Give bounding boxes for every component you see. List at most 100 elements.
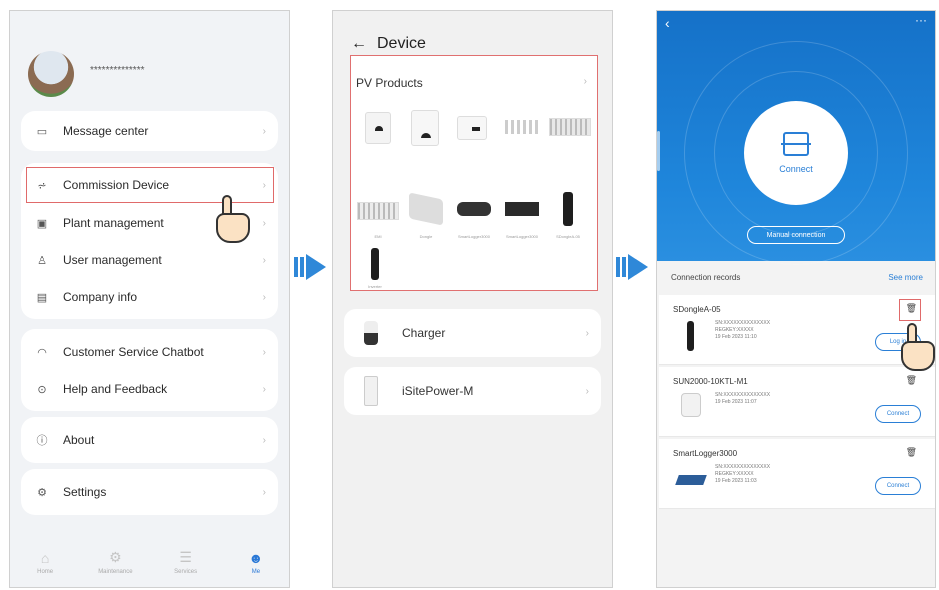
avatar[interactable] — [28, 51, 74, 97]
chatbot-icon: ◠ — [37, 346, 47, 359]
battery-rack-image[interactable] — [549, 118, 591, 136]
menu-item-company-info[interactable]: ▤ Company info › — [21, 279, 278, 315]
more-icon[interactable]: ··· — [915, 13, 927, 27]
tab-label: Me — [251, 568, 261, 575]
menu-item-label: Company info — [63, 290, 138, 304]
services-icon: ☰ — [179, 549, 192, 565]
product-label: Dongle — [419, 234, 433, 239]
record-regkey: REGKEY:XXXXX — [715, 327, 754, 333]
pv-products-card[interactable]: PV Products › EMI Dongle SmartLogger3000… — [350, 55, 598, 291]
device-item-charger[interactable]: Charger › — [344, 309, 601, 357]
records-title: Connection records — [671, 273, 741, 282]
device-screen: ← Device PV Products › EMI Dongle SmartLo… — [332, 10, 613, 588]
maintenance-icon: ⚙ — [109, 549, 122, 565]
record-date: 19 Feb 2023 11:10 — [715, 334, 757, 340]
record-sn: SN:XXXXXXXXXXXXXX — [715, 392, 771, 398]
sdongle-image[interactable] — [563, 192, 573, 226]
chevron-right-icon: › — [262, 434, 266, 446]
username: ************** — [90, 65, 145, 76]
record-name: SUN2000-10KTL-M1 — [673, 377, 748, 386]
smartlogger-image[interactable] — [457, 202, 491, 216]
inverter-image — [677, 393, 707, 427]
record-info: SN:XXXXXXXXXXXXXX REGKEY:XXXXX 19 Feb 20… — [715, 320, 770, 341]
see-more-link[interactable]: See more — [888, 273, 923, 282]
tab-home[interactable]: ⌂ Home — [17, 550, 73, 575]
product-label: SmartLogger3000 — [505, 234, 539, 239]
pv-products-title: PV Products — [356, 76, 423, 90]
chevron-right-icon: › — [262, 346, 266, 358]
product-label: SDongleA-05 — [556, 234, 580, 239]
manual-connection-button[interactable]: Manual connection — [747, 226, 845, 244]
menu-item-message-center[interactable]: ▭ Message center › — [21, 113, 278, 149]
product-label: Inverter — [368, 284, 382, 289]
menu-item-help-feedback[interactable]: ⊙ Help and Feedback › — [21, 371, 278, 407]
delete-icon[interactable]: 🗑 — [906, 375, 917, 386]
menu-item-label: Customer Service Chatbot — [63, 345, 204, 359]
tab-services[interactable]: ☰ Services — [158, 549, 214, 575]
product-label: EMI — [374, 234, 382, 239]
record-item[interactable]: SUN2000-10KTL-M1 SN:XXXXXXXXXXXXXX 19 Fe… — [659, 367, 935, 437]
inverter-image[interactable] — [411, 110, 439, 146]
menu-item-label: About — [63, 433, 95, 447]
records-header: Connection records See more — [671, 273, 923, 282]
charger-icon — [364, 321, 378, 345]
about-icon: ⓘ — [36, 435, 48, 447]
menu-item-chatbot[interactable]: ◠ Customer Service Chatbot › — [21, 334, 278, 370]
delete-icon[interactable]: 🗑 — [906, 447, 917, 458]
company-icon: ▤ — [36, 291, 48, 304]
connect-record-button[interactable]: Connect — [875, 405, 921, 423]
chevron-right-icon: › — [262, 217, 266, 229]
back-arrow-icon[interactable]: ← — [351, 35, 367, 52]
record-item[interactable]: SmartLogger3000 SN:XXXXXXXXXXXXXX REGKEY… — [659, 439, 935, 509]
settings-icon: ⚙ — [37, 486, 47, 499]
page-title: Device — [377, 35, 426, 52]
connect-record-button[interactable]: Connect — [875, 477, 921, 495]
tab-label: Services — [174, 569, 198, 575]
inverter-image[interactable] — [365, 112, 391, 144]
scan-icon — [781, 132, 811, 156]
chevron-right-icon: › — [262, 291, 266, 303]
optimizer-image[interactable] — [505, 120, 541, 134]
message-icon: ▭ — [36, 125, 48, 138]
hand-pointer-icon — [895, 323, 935, 375]
inverter-image[interactable] — [457, 116, 487, 140]
inverter-image[interactable] — [371, 248, 379, 280]
emi-image[interactable] — [357, 202, 399, 220]
hand-pointer-icon — [210, 195, 254, 247]
record-sn: SN:XXXXXXXXXXXXXX — [715, 464, 771, 470]
me-screen: ************** ▭ Message center › ⩫ Comm… — [9, 10, 290, 588]
menu-item-settings[interactable]: ⚙ Settings › — [21, 474, 278, 510]
menu-card-support: ◠ Customer Service Chatbot › ⊙ Help and … — [21, 329, 278, 411]
record-info: SN:XXXXXXXXXXXXXX REGKEY:XXXXX 19 Feb 20… — [715, 464, 770, 485]
tab-label: Maintenance — [98, 569, 133, 575]
menu-item-label: Help and Feedback — [63, 382, 168, 396]
menu-item-label: Message center — [63, 124, 149, 138]
menu-item-label: Settings — [63, 485, 107, 499]
connect-screen: ‹ ··· Connect Manual connection Connecti… — [656, 10, 936, 588]
chevron-right-icon: › — [262, 486, 266, 498]
bottom-tab-bar: ⌂ Home ⚙ Maintenance ☰ Services ☻ Me — [10, 537, 289, 587]
device-item-isitepower[interactable]: iSitePower-M › — [344, 367, 601, 415]
isitepower-icon — [364, 376, 378, 406]
connect-button[interactable]: Connect — [744, 101, 848, 205]
edge-handle — [657, 131, 660, 171]
menu-item-user-management[interactable]: ♙ User management › — [21, 242, 278, 278]
menu-item-about[interactable]: ⓘ About › — [21, 422, 278, 458]
menu-item-label: Plant management — [63, 216, 164, 230]
chevron-right-icon: › — [262, 125, 266, 137]
tab-me[interactable]: ☻ Me — [228, 550, 284, 575]
tab-maintenance[interactable]: ⚙ Maintenance — [87, 549, 143, 575]
menu-card-messages: ▭ Message center › — [21, 111, 278, 151]
record-item[interactable]: SDongleA-05 SN:XXXXXXXXXXXXXX REGKEY:XXX… — [659, 295, 935, 365]
connect-header: ‹ ··· Connect Manual connection — [657, 11, 935, 265]
dongle-image[interactable] — [409, 192, 443, 226]
record-name: SDongleA-05 — [673, 305, 721, 314]
back-arrow-icon[interactable]: ‹ — [665, 15, 670, 31]
chevron-right-icon: › — [262, 383, 266, 395]
highlight-box — [899, 299, 921, 321]
menu-card-settings: ⚙ Settings › — [21, 469, 278, 515]
smartlogger-image[interactable] — [505, 202, 539, 216]
record-date: 19 Feb 2023 11:07 — [715, 399, 757, 405]
record-date: 19 Feb 2023 11:03 — [715, 478, 757, 484]
flow-arrow-icon — [616, 254, 650, 280]
